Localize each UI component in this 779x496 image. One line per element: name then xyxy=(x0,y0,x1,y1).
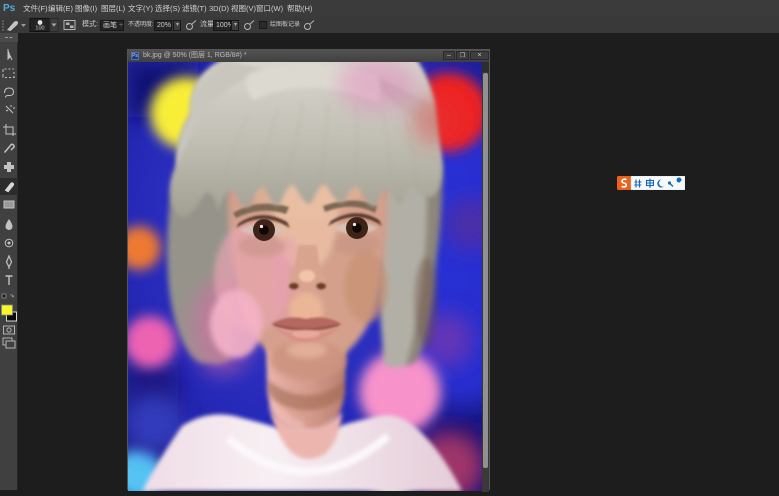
svg-text:100: 100 xyxy=(35,26,44,32)
